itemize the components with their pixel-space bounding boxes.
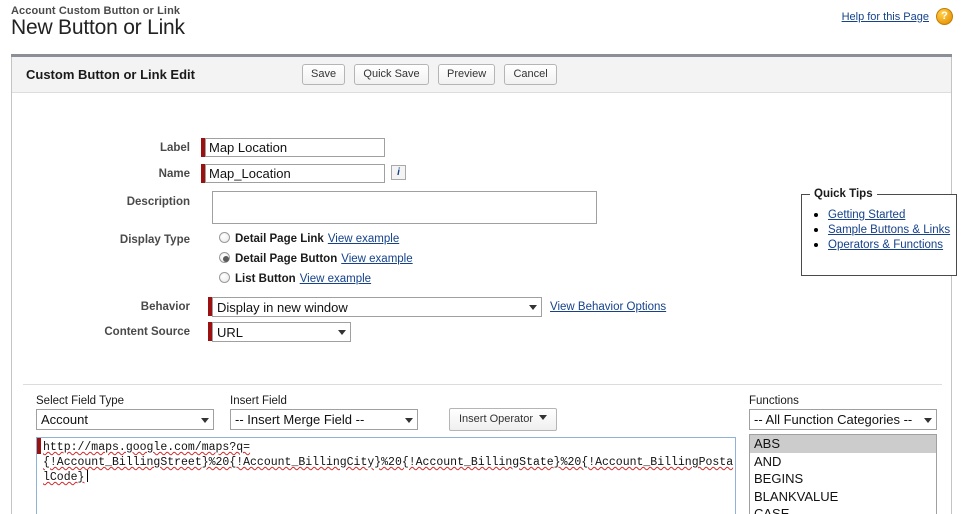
view-example-link-2[interactable]: View example — [341, 253, 412, 265]
content-source-select-value: URL — [217, 325, 244, 340]
list-item[interactable]: BEGINS — [750, 470, 936, 488]
function-categories-value: -- All Function Categories -- — [754, 412, 913, 427]
select-field-type-label: Select Field Type — [36, 395, 125, 407]
insert-field-select[interactable]: -- Insert Merge Field -- — [230, 409, 418, 430]
insert-operator-label: Insert Operator — [459, 413, 533, 425]
quick-tips-list: Getting Started Sample Buttons & Links O… — [802, 207, 956, 251]
insert-field-value: -- Insert Merge Field -- — [235, 412, 365, 427]
label-input[interactable] — [205, 138, 385, 157]
insert-operator-button[interactable]: Insert Operator — [449, 408, 557, 431]
chevron-down-icon — [529, 305, 537, 310]
quick-save-button[interactable]: Quick Save — [354, 64, 429, 85]
view-behavior-options-link[interactable]: View Behavior Options — [550, 301, 666, 313]
page-title: New Button or Link — [11, 16, 185, 39]
content-source-select[interactable]: URL — [212, 322, 351, 342]
display-type-option-detail-page-link[interactable]: Detail Page Link View example — [219, 231, 399, 250]
chevron-down-icon — [538, 415, 547, 420]
help-for-this-page-link[interactable]: Help for this Page — [842, 11, 929, 23]
behavior-select-value: Display in new window — [217, 300, 348, 315]
description-textarea[interactable] — [212, 191, 597, 224]
radio-detail-page-link-icon[interactable] — [219, 232, 230, 243]
radio-detail-page-button-icon[interactable] — [219, 252, 230, 263]
text-caret — [87, 470, 89, 482]
label-field-label: Label — [159, 142, 190, 154]
section-divider — [23, 384, 942, 385]
display-type-option-list-button[interactable]: List Button View example — [219, 271, 371, 290]
insert-field-label: Insert Field — [230, 395, 287, 407]
behavior-label: Behavior — [140, 301, 190, 313]
chevron-down-icon — [924, 417, 932, 423]
functions-label: Functions — [749, 395, 799, 407]
panel-action-buttons: Save Quick Save Preview Cancel — [302, 64, 563, 85]
save-button[interactable]: Save — [302, 64, 346, 85]
quick-tip-link-operators-functions[interactable]: Operators & Functions — [828, 239, 943, 251]
list-item[interactable]: CASE — [750, 505, 936, 514]
name-field-label: Name — [158, 168, 190, 180]
list-item[interactable]: ABS — [750, 435, 936, 453]
panel-header: Custom Button or Link Edit Save Quick Sa… — [12, 57, 951, 93]
custom-button-edit-panel: Custom Button or Link Edit Save Quick Sa… — [11, 54, 957, 514]
cancel-button[interactable]: Cancel — [504, 64, 557, 85]
formula-required-marker — [37, 438, 41, 454]
list-item[interactable]: BLANKVALUE — [750, 488, 936, 506]
page-root: Account Custom Button or Link New Button… — [0, 0, 963, 514]
info-icon[interactable]: i — [391, 165, 406, 180]
select-field-type-select[interactable]: Account — [36, 409, 214, 430]
chevron-down-icon — [201, 417, 209, 423]
radio-list-button-icon[interactable] — [219, 272, 230, 283]
list-item: Sample Buttons & Links — [828, 222, 956, 236]
select-field-type-value: Account — [41, 412, 88, 427]
description-field-label: Description — [126, 196, 190, 208]
formula-line-1: http://maps.google.com/maps?q= — [43, 441, 251, 454]
page-header: Account Custom Button or Link New Button… — [0, 0, 963, 48]
list-item[interactable]: AND — [750, 453, 936, 471]
list-item: Operators & Functions — [828, 237, 956, 251]
functions-listbox[interactable]: ABS AND BEGINS BLANKVALUE CASE CASESAFEI… — [749, 434, 937, 514]
chevron-down-icon — [405, 417, 413, 423]
content-source-label: Content Source — [104, 326, 190, 338]
name-input[interactable] — [205, 164, 385, 183]
view-example-link-3[interactable]: View example — [300, 273, 371, 285]
preview-button[interactable]: Preview — [438, 64, 496, 85]
list-item: Getting Started — [828, 207, 956, 221]
behavior-select[interactable]: Display in new window — [212, 297, 542, 317]
panel-title: Custom Button or Link Edit — [26, 67, 195, 82]
radio-detail-page-link-label: Detail Page Link — [235, 233, 324, 245]
formula-textarea[interactable]: http://maps.google.com/maps?q= {!Account_… — [36, 437, 736, 514]
radio-detail-page-button-label: Detail Page Button — [235, 253, 338, 265]
view-example-link-1[interactable]: View example — [328, 233, 399, 245]
quick-tip-link-getting-started[interactable]: Getting Started — [828, 209, 905, 221]
function-categories-select[interactable]: -- All Function Categories -- — [749, 409, 937, 430]
radio-list-button-label: List Button — [235, 273, 296, 285]
formula-line-2: {!Account_BillingStreet}%20{!Account_Bil… — [43, 456, 734, 469]
formula-line-3: lCode} — [43, 471, 85, 484]
form-area: Label Name i Description Display Type De… — [12, 93, 957, 342]
display-type-option-detail-page-button[interactable]: Detail Page Button View example — [219, 251, 413, 270]
chevron-down-icon — [338, 330, 346, 335]
quick-tip-link-sample-buttons[interactable]: Sample Buttons & Links — [828, 224, 950, 236]
display-type-label: Display Type — [119, 234, 190, 246]
quick-tips-legend: Quick Tips — [810, 188, 877, 200]
formula-content: http://maps.google.com/maps?q= {!Account_… — [43, 440, 735, 485]
help-question-icon[interactable]: ? — [936, 8, 953, 25]
quick-tips-box: Quick Tips Getting Started Sample Button… — [801, 188, 957, 276]
